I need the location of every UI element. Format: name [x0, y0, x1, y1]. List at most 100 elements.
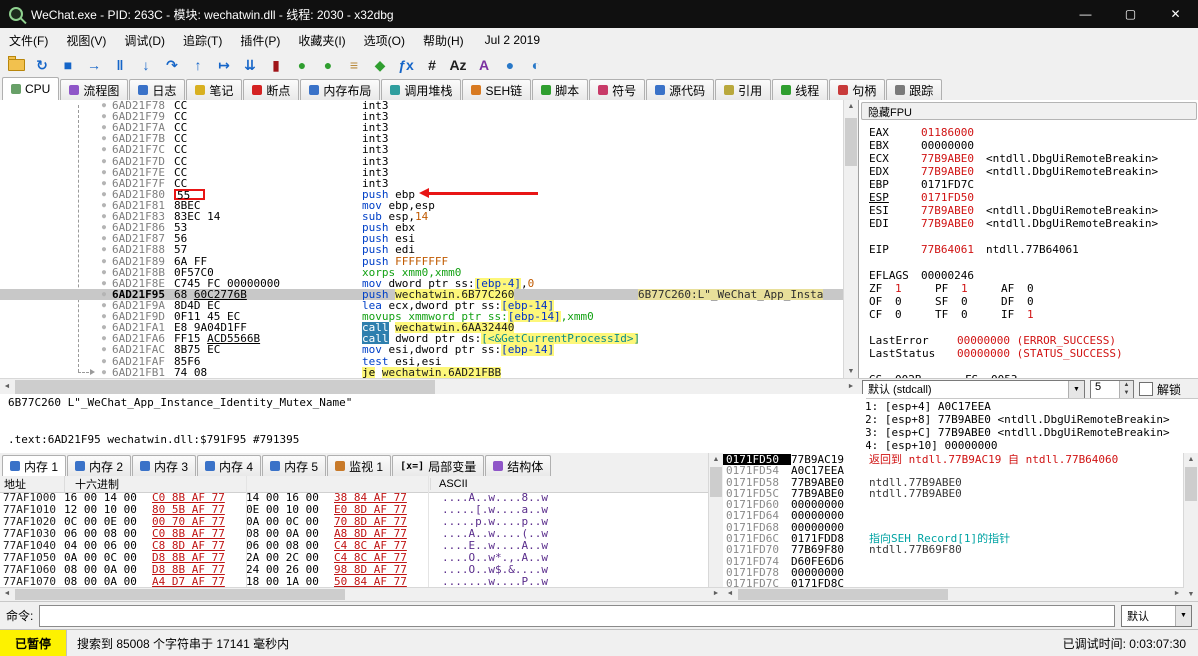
disasm-row[interactable]: ● 6AD21F7C CC int3	[0, 144, 844, 155]
argument-row[interactable]: 1: [esp+4] A0C17EEA	[865, 400, 1198, 413]
flag-cf[interactable]: CF 0	[869, 308, 935, 321]
stop-icon[interactable]: ■	[56, 54, 80, 76]
register-esp[interactable]: ESP 0171FD50	[869, 191, 1198, 204]
flag-zf[interactable]: ZF 1	[869, 282, 935, 295]
unlock-checkbox[interactable]: 解锁	[1139, 381, 1181, 398]
disassembly-vertical-scrollbar[interactable]: ▲ ▼	[843, 100, 858, 378]
tab-dump4[interactable]: 内存 4	[197, 455, 262, 476]
breakpoint-dot[interactable]: ●	[96, 189, 112, 200]
disasm-row[interactable]: ● 6AD21FAC 8B75 EC mov esi,dword ptr ss:[eb…	[0, 344, 844, 356]
tab-dump2[interactable]: 内存 2	[67, 455, 132, 476]
breakpoint-dot[interactable]: ●	[96, 222, 112, 233]
breakpoint-dot[interactable]: ●	[96, 256, 112, 267]
menu-plugins[interactable]: 插件(P)	[231, 29, 289, 52]
tab-script[interactable]: 脚本	[532, 79, 589, 100]
tab-struct[interactable]: 结构体	[485, 455, 552, 476]
command-input[interactable]	[39, 604, 1115, 627]
disasm-row[interactable]: ● 6AD21F88 57 push edi	[0, 244, 844, 255]
pattern-search-icon[interactable]: ●	[498, 54, 522, 76]
menu-trace[interactable]: 追踪(T)	[174, 29, 231, 52]
register-ecx[interactable]: ECX 77B9ABE0 <ntdll.DbgUiRemoteBreakin>	[869, 152, 1198, 165]
tab-log[interactable]: 日志	[129, 79, 186, 100]
argument-row[interactable]: 3: [esp+C] 77B9ABE0 <ntdll.DbgUiRemoteBr…	[865, 426, 1198, 439]
register-eax[interactable]: EAX 01186000	[869, 126, 1198, 139]
tab-watch1[interactable]: 监视 1	[327, 455, 392, 476]
scroll-up-arrow[interactable]: ▲	[844, 100, 858, 113]
tab-memory-map[interactable]: 内存布局	[300, 79, 381, 100]
scroll-down-arrow[interactable]: ▼	[844, 365, 858, 378]
stack-horizontal-scrollbar[interactable]: ◄ ►	[723, 587, 1184, 601]
tab-call-stack[interactable]: 调用堆栈	[381, 79, 462, 100]
breakpoint-dot[interactable]: ●	[96, 122, 112, 133]
breakpoint-dot[interactable]: ●	[96, 278, 112, 289]
trace-over-icon[interactable]: ●	[316, 54, 340, 76]
flag-tf[interactable]: TF 0	[935, 308, 1001, 321]
dump-header-hex[interactable]: 十六进制	[64, 476, 430, 492]
breakpoint-dot[interactable]: ●	[96, 267, 112, 278]
tab-graph[interactable]: 流程图	[60, 79, 129, 100]
stack-row[interactable]: 0171FD54 A0C17EEA	[723, 465, 1184, 477]
dump-header-ascii[interactable]: ASCII	[430, 478, 709, 490]
scroll-up-arrow[interactable]: ▲	[1184, 453, 1198, 466]
breakpoint-dot[interactable]: ●	[96, 167, 112, 178]
pause-icon[interactable]: ‖	[108, 54, 132, 76]
scroll-right-arrow[interactable]: ►	[1170, 588, 1184, 601]
tab-dump5[interactable]: 内存 5	[262, 455, 327, 476]
settings-globe-icon[interactable]: ◐	[524, 54, 548, 76]
command-script-select[interactable]: 默认 ▼	[1121, 604, 1192, 627]
tab-trace[interactable]: 跟踪	[886, 79, 943, 100]
animate-icon[interactable]: ⇊	[238, 54, 262, 76]
scroll-thumb[interactable]	[845, 118, 857, 166]
dump-vertical-scrollbar[interactable]: ▲ ▼	[708, 453, 723, 601]
spinner-buttons[interactable]: ▲ ▼	[1119, 380, 1133, 398]
breakpoint-dot[interactable]: ●	[96, 200, 112, 211]
breakpoint-dot[interactable]: ●	[96, 111, 112, 122]
flag-df[interactable]: DF 0	[1001, 295, 1067, 308]
breakpoint-dot[interactable]: ●	[96, 367, 112, 378]
memory-map-icon[interactable]: ≡	[342, 54, 366, 76]
breakpoint-dot[interactable]: ●	[96, 289, 112, 300]
register-esi[interactable]: ESI 77B9ABE0 <ntdll.DbgUiRemoteBreakin>	[869, 204, 1198, 217]
stack-vertical-scrollbar[interactable]: ▲ ▼	[1183, 453, 1198, 601]
maximize-button[interactable]: ▢	[1108, 0, 1153, 28]
tab-notes[interactable]: 笔记	[186, 79, 243, 100]
register-edx[interactable]: EDX 77B9ABE0 <ntdll.DbgUiRemoteBreakin>	[869, 165, 1198, 178]
breakpoint-dot[interactable]: ●	[96, 311, 112, 322]
run-to-cursor-icon[interactable]: ↦	[212, 54, 236, 76]
scroll-thumb[interactable]	[15, 380, 435, 394]
scroll-up-arrow[interactable]: ▲	[709, 453, 723, 466]
argument-count-spinner[interactable]: 5 ▲ ▼	[1090, 379, 1134, 399]
register-ebp[interactable]: EBP 0171FD7C	[869, 178, 1198, 191]
flag-sf[interactable]: SF 0	[935, 295, 1001, 308]
patches-icon[interactable]: ◆	[368, 54, 392, 76]
scroll-right-arrow[interactable]: ►	[709, 588, 723, 601]
spinner-down-icon[interactable]: ▼	[1120, 389, 1133, 398]
step-into-icon[interactable]: ↓	[134, 54, 158, 76]
dump-header-address[interactable]: 地址	[0, 476, 64, 492]
restart-icon[interactable]: ↻	[30, 54, 54, 76]
flag-of[interactable]: OF 0	[869, 295, 935, 308]
breakpoint-dot[interactable]: ●	[96, 233, 112, 244]
breakpoint-dot[interactable]: ●	[96, 178, 112, 189]
breakpoint-dot[interactable]: ●	[96, 333, 112, 344]
tab-locals[interactable]: [x=] 局部变量	[392, 455, 485, 476]
checkbox-box[interactable]	[1139, 382, 1153, 396]
tab-breakpoints[interactable]: 断点	[243, 79, 300, 100]
last-error[interactable]: LastError 00000000 (ERROR_SUCCESS)	[869, 334, 1198, 347]
tab-cpu[interactable]: CPU	[2, 77, 60, 100]
calculator-icon[interactable]: ƒx	[394, 54, 418, 76]
breakpoint-dot[interactable]: ●	[96, 356, 112, 367]
dump-horizontal-scrollbar[interactable]: ◄ ►	[0, 587, 723, 601]
breakpoint-dot[interactable]: ●	[96, 244, 112, 255]
breakpoint-dot[interactable]: ●	[96, 133, 112, 144]
menu-debug[interactable]: 调试(D)	[115, 29, 174, 52]
breakpoint-dot[interactable]: ●	[96, 156, 112, 167]
tab-dump1[interactable]: 内存 1	[2, 455, 67, 476]
disasm-row[interactable]: ● 6AD21FB1 74 08 je wechatwin.6AD21FBB	[0, 367, 844, 378]
step-over-icon[interactable]: ↷	[160, 54, 184, 76]
breakpoint-dot[interactable]: ●	[96, 300, 112, 311]
argument-row[interactable]: 2: [esp+8] 77B9ABE0 <ntdll.DbgUiRemoteBr…	[865, 413, 1198, 426]
menu-file[interactable]: 文件(F)	[0, 29, 57, 52]
scroll-thumb[interactable]	[1185, 467, 1197, 501]
scroll-thumb[interactable]	[710, 467, 722, 497]
